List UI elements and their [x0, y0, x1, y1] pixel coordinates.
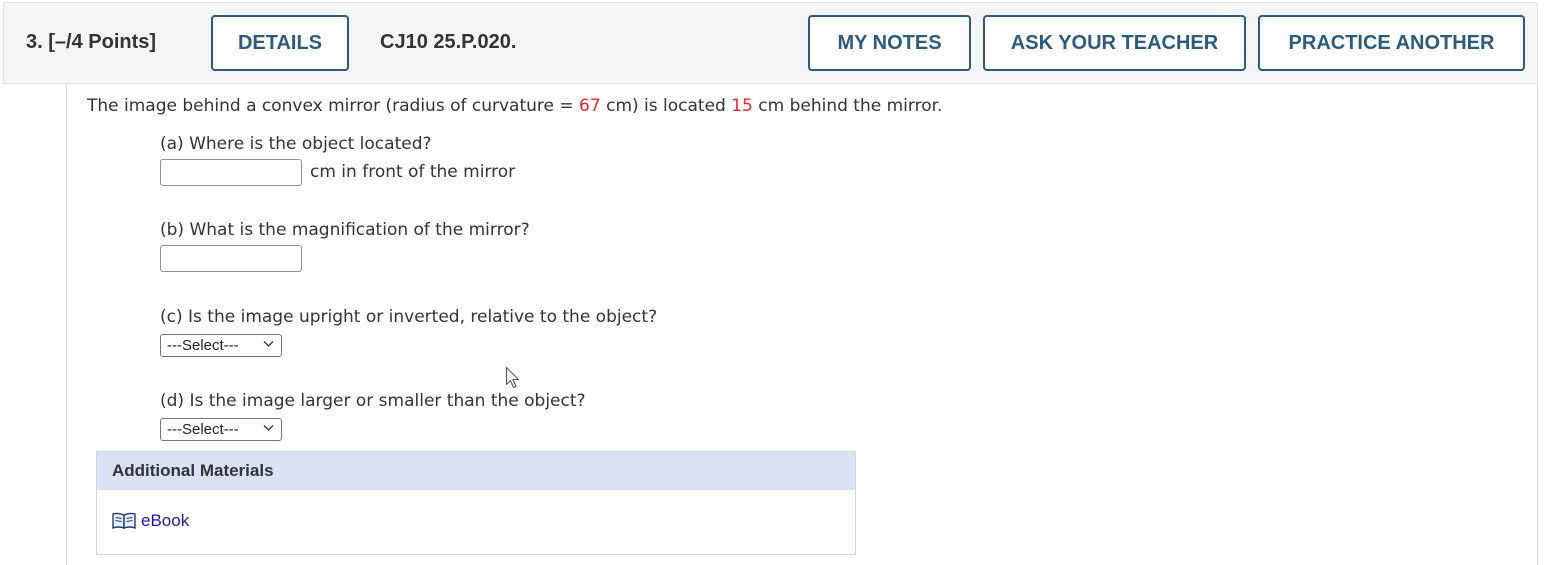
stem-text-1: The image behind a convex mirror (radius… — [87, 96, 580, 116]
my-notes-button[interactable]: MY NOTES — [808, 15, 971, 71]
part-a-answer-input[interactable] — [160, 159, 302, 186]
radius-value: 67 — [579, 96, 601, 116]
question-header: 3. [–/4 Points] DETAILS CJ10 25.P.020. M… — [3, 2, 1538, 84]
part-c-select[interactable]: ---Select--- — [160, 334, 282, 357]
part-d-prompt: (d) Is the image larger or smaller than … — [160, 391, 586, 411]
ebook-link[interactable]: eBook — [112, 511, 189, 531]
additional-materials-header: Additional Materials — [97, 452, 855, 490]
stem-text-3: cm behind the mirror. — [752, 96, 943, 116]
part-b-prompt: (b) What is the magnification of the mir… — [160, 220, 530, 240]
part-d-select[interactable]: ---Select--- — [160, 418, 282, 441]
part-a-prompt: (a) Where is the object located? — [160, 134, 432, 154]
additional-materials-panel: Additional Materials eBook — [96, 451, 856, 555]
ebook-label: eBook — [141, 511, 190, 530]
details-button[interactable]: DETAILS — [211, 15, 349, 71]
book-icon — [112, 512, 136, 530]
chevron-down-icon — [263, 341, 274, 347]
part-c-selected-value: ---Select--- — [167, 337, 239, 354]
part-b-answer-input[interactable] — [160, 245, 302, 272]
ask-your-teacher-button[interactable]: ASK YOUR TEACHER — [983, 15, 1246, 71]
chevron-down-icon — [263, 425, 274, 431]
question-code: CJ10 25.P.020. — [380, 31, 517, 53]
part-c-prompt: (c) Is the image upright or inverted, re… — [160, 307, 658, 327]
question-number-points: 3. [–/4 Points] — [26, 31, 157, 53]
mouse-cursor-icon — [505, 366, 520, 389]
part-d-selected-value: ---Select--- — [167, 421, 239, 438]
practice-another-button[interactable]: PRACTICE ANOTHER — [1258, 15, 1525, 71]
part-a-unit-label: cm in front of the mirror — [310, 162, 516, 182]
distance-value: 15 — [731, 96, 753, 116]
stem-text-2: cm) is located — [600, 96, 732, 116]
question-stem: The image behind a convex mirror (radius… — [87, 96, 942, 116]
